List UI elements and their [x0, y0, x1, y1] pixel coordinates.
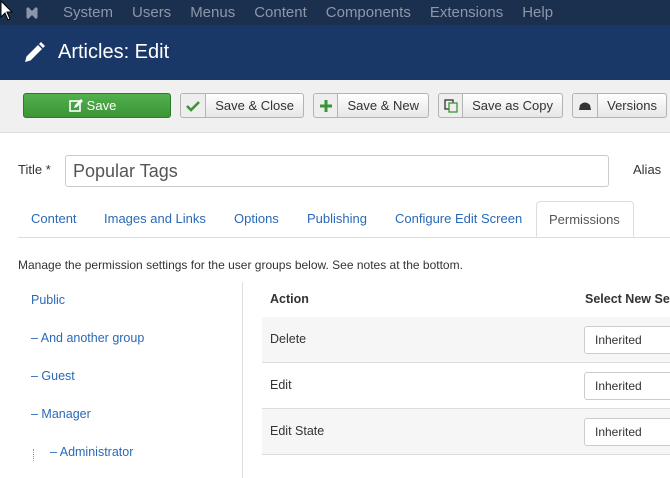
column-action: Action	[270, 292, 309, 306]
action-name: Delete	[270, 332, 307, 346]
pencil-icon	[25, 42, 45, 62]
group-and-another-group[interactable]: – And another group	[31, 331, 144, 345]
tab-permissions[interactable]: Permissions	[536, 201, 634, 237]
copy-icon	[439, 94, 464, 117]
menu-components[interactable]: Components	[326, 0, 411, 25]
menu-menus[interactable]: Menus	[190, 0, 235, 25]
joomla-logo-icon[interactable]	[22, 3, 42, 23]
permission-select[interactable]: Inherited	[584, 418, 670, 446]
group-administrator[interactable]: – Administrator	[50, 445, 133, 459]
tab-content[interactable]: Content	[31, 201, 77, 237]
menu-users[interactable]: Users	[132, 0, 171, 25]
plus-icon	[314, 94, 339, 117]
archive-icon	[573, 94, 599, 117]
menu-extensions[interactable]: Extensions	[430, 0, 503, 25]
permission-select[interactable]: Inherited	[584, 372, 670, 400]
tree-indent-line	[33, 449, 36, 461]
save-close-button[interactable]: Save & Close	[180, 93, 304, 118]
group-guest[interactable]: – Guest	[31, 369, 75, 383]
tab-bar: Content Images and Links Options Publish…	[18, 201, 670, 238]
toolbar: Save Save & Close Save & New Save as Cop…	[0, 80, 670, 133]
tab-publishing[interactable]: Publishing	[307, 201, 367, 237]
save-label: Save	[86, 98, 117, 113]
versions-button[interactable]: Versions	[572, 93, 667, 118]
page-title: Articles: Edit	[58, 41, 170, 63]
versions-label: Versions	[607, 98, 657, 113]
table-row: Edit Inherited	[262, 363, 670, 409]
save-new-button[interactable]: Save & New	[313, 93, 429, 118]
save-close-label: Save & Close	[215, 98, 294, 113]
tab-images-and-links[interactable]: Images and Links	[104, 201, 206, 237]
column-select-new-setting: Select New Se	[585, 292, 670, 306]
permissions-note: Manage the permission settings for the u…	[18, 258, 463, 272]
title-input[interactable]: Popular Tags	[65, 155, 609, 187]
edit-icon	[68, 99, 83, 112]
group-public[interactable]: Public	[31, 293, 65, 307]
menu-content[interactable]: Content	[254, 0, 307, 25]
permission-select[interactable]: Inherited	[584, 326, 670, 354]
save-new-label: Save & New	[347, 98, 419, 113]
user-groups-list: Public – And another group – Guest – Man…	[18, 282, 243, 478]
top-menu: System Users Menus Content Components Ex…	[63, 0, 572, 25]
check-icon	[181, 94, 207, 117]
menu-system[interactable]: System	[63, 0, 113, 25]
page-header: Articles: Edit	[0, 25, 670, 80]
top-menu-bar: System Users Menus Content Components Ex…	[0, 0, 670, 25]
save-button[interactable]: Save	[23, 93, 171, 118]
action-name: Edit	[270, 378, 292, 392]
title-label: Title *	[18, 162, 51, 177]
tab-configure-edit-screen[interactable]: Configure Edit Screen	[395, 201, 522, 237]
action-name: Edit State	[270, 424, 325, 438]
group-manager[interactable]: – Manager	[31, 407, 91, 421]
mouse-cursor-icon	[0, 0, 14, 21]
menu-help[interactable]: Help	[522, 0, 553, 25]
alias-label: Alias	[633, 162, 662, 177]
save-copy-label: Save as Copy	[472, 98, 553, 113]
save-copy-button[interactable]: Save as Copy	[438, 93, 563, 118]
table-header: Action Select New Se	[262, 282, 670, 318]
table-row: Edit State Inherited	[262, 409, 670, 455]
table-row: Delete Inherited	[262, 317, 670, 363]
tab-options[interactable]: Options	[234, 201, 279, 237]
